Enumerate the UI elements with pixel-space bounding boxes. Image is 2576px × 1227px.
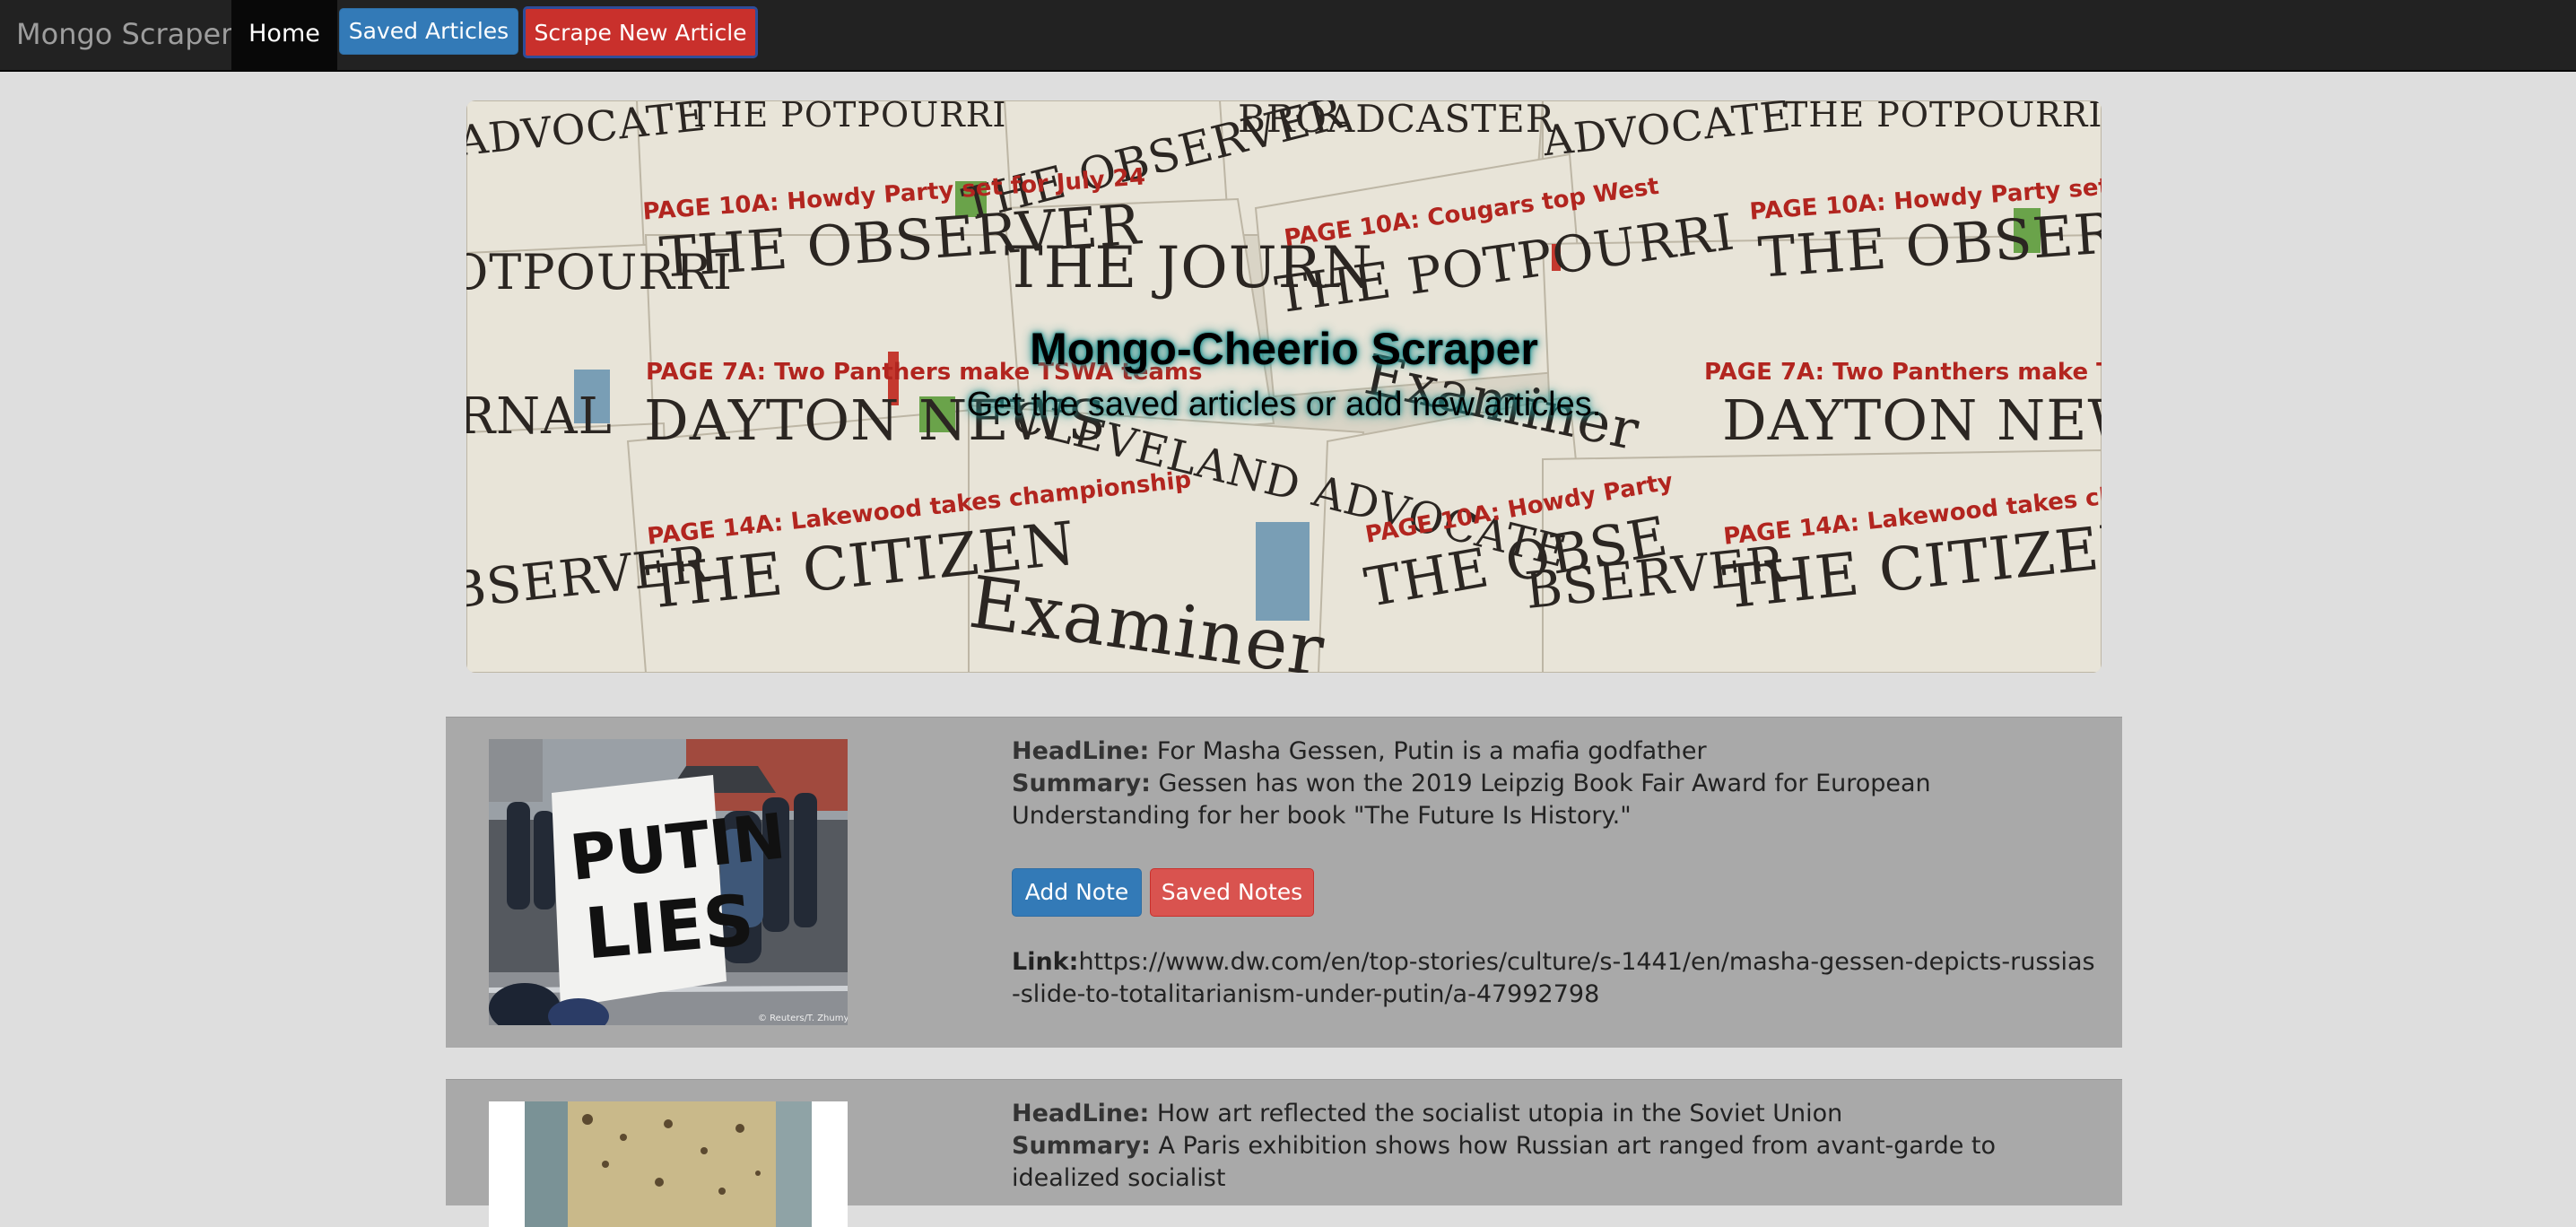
article-image [489, 1101, 848, 1227]
nav-home-link[interactable]: Home [231, 0, 337, 70]
paper-name: THE POTPOURRI [689, 100, 1007, 135]
link-label: Link: [1012, 948, 1079, 976]
art-photo [489, 1101, 848, 1227]
paper-name: BROADCASTER [1238, 100, 1555, 141]
article-image: PUTIN LIES © Reuters/T. Zhumykay [489, 739, 848, 1025]
summary-row: Summary: Gessen has won the 2019 Leipzig… [1012, 768, 2088, 832]
article-card: PUTIN LIES © Reuters/T. Zhumykay HeadLin… [446, 717, 2122, 1048]
scrape-new-article-button[interactable]: Scrape New Article [523, 6, 758, 58]
saved-notes-button[interactable]: Saved Notes [1150, 868, 1314, 917]
saved-articles-button[interactable]: Saved Articles [339, 8, 518, 55]
headline-row: HeadLine: How art reflected the socialis… [1012, 1098, 2088, 1130]
summary-row: Summary: A Paris exhibition shows how Ru… [1012, 1130, 2088, 1195]
article-link[interactable]: https://www.dw.com/en/top-stories/cultur… [1012, 948, 2095, 1008]
navbar: Mongo Scraper Home Saved Articles Scrape… [0, 0, 2576, 72]
article-text: HeadLine: How art reflected the socialis… [1012, 1098, 2088, 1195]
headline-row: HeadLine: For Masha Gessen, Putin is a m… [1012, 735, 2088, 768]
brand-logo[interactable]: Mongo Scraper [16, 0, 232, 70]
summary-label: Summary: [1012, 1132, 1151, 1160]
jumbotron-subtitle: Get the saved articles or add new articl… [966, 386, 1602, 423]
summary-text: A Paris exhibition shows how Russian art… [1012, 1132, 1997, 1192]
summary-label: Summary: [1012, 770, 1151, 797]
add-note-button[interactable]: Add Note [1012, 868, 1142, 917]
paper-name: OTPOURRI [466, 244, 734, 300]
headline-text: For Masha Gessen, Putin is a mafia godfa… [1156, 737, 1707, 765]
article-card: HeadLine: How art reflected the socialis… [446, 1079, 2122, 1227]
jumbotron: ADVOCATE THE POTPOURRI THE OBSERVER BROA… [466, 100, 2102, 673]
image-caption: © Reuters/T. Zhumykay [758, 1014, 848, 1023]
headline-text: How art reflected the socialist utopia i… [1156, 1100, 1843, 1127]
paper-name: THE POTPOURRI [1785, 100, 2102, 135]
protest-photo: PUTIN LIES © Reuters/T. Zhumykay [489, 739, 848, 1025]
sign-text-line2: LIES [582, 880, 757, 975]
headline-label: HeadLine: [1012, 1100, 1150, 1127]
jumbotron-title: Mongo-Cheerio Scraper [1030, 324, 1538, 374]
article-text: HeadLine: For Masha Gessen, Putin is a m… [1012, 735, 2088, 832]
headline-label: HeadLine: [1012, 737, 1150, 765]
article-link-row: Link:https://www.dw.com/en/top-stories/c… [1012, 946, 2097, 1011]
